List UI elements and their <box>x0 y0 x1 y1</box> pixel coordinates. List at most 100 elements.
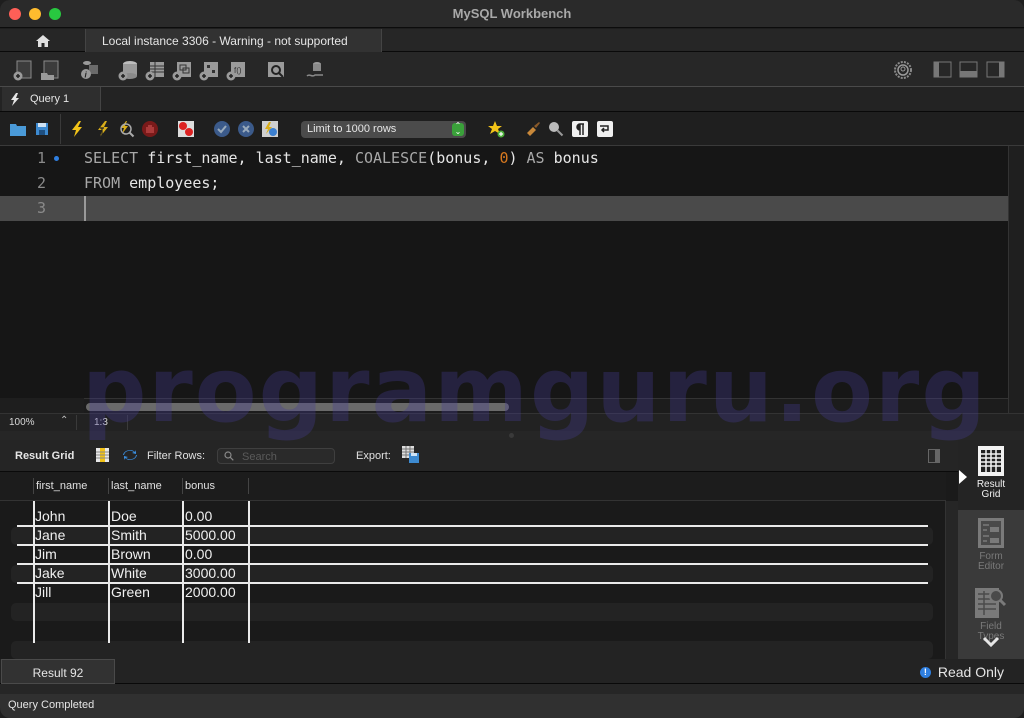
cell-bonus[interactable]: 3000.00 <box>185 565 236 581</box>
query-tab[interactable]: Query 1 <box>2 87 101 111</box>
side-item-form-editor[interactable]: Form Editor <box>958 512 1024 582</box>
open-sql-file-icon[interactable] <box>39 59 61 81</box>
cell-bonus[interactable]: 0.00 <box>185 546 212 562</box>
cell-first-name[interactable]: Jim <box>35 546 57 562</box>
sql-editor[interactable]: 1 SELECT first_name, last_name, COALESCE… <box>0 146 1024 398</box>
cell-first-name[interactable]: Jake <box>35 565 65 581</box>
table-row[interactable]: Jim Brown 0.00 <box>17 544 928 563</box>
splitter-handle-icon[interactable] <box>509 433 514 438</box>
cell-first-name[interactable]: Jane <box>35 527 65 543</box>
sql-keyword: COALESCE <box>354 149 428 167</box>
execute-icon[interactable] <box>68 120 86 138</box>
sql-identifier: first_name, last_name, <box>138 149 355 167</box>
toggle-sidebar-icon[interactable] <box>932 59 954 81</box>
chevron-down-icon[interactable] <box>982 636 1000 648</box>
grid-columns-icon[interactable] <box>96 448 109 462</box>
table-row[interactable]: Jane Smith 5000.00 <box>17 525 928 544</box>
editor-line: 1 SELECT first_name, last_name, COALESCE… <box>0 146 1008 171</box>
home-tab[interactable] <box>0 29 85 52</box>
find-icon[interactable] <box>547 120 565 138</box>
preferences-gear-icon[interactable] <box>892 59 914 81</box>
cell-last-name[interactable]: Smith <box>111 527 147 543</box>
cell-last-name[interactable]: White <box>111 565 147 581</box>
reconnect-icon[interactable] <box>304 59 326 81</box>
add-snippet-icon[interactable] <box>487 120 505 138</box>
new-sql-tab-icon[interactable] <box>12 59 34 81</box>
cell-bonus[interactable]: 0.00 <box>185 508 212 524</box>
rollback-icon[interactable] <box>237 120 255 138</box>
open-file-icon[interactable] <box>9 120 27 138</box>
editor-vertical-scrollbar[interactable] <box>1008 146 1024 413</box>
limit-rows-select[interactable]: Limit to 1000 rows ⌃ ⌄ <box>301 121 466 138</box>
refresh-icon[interactable] <box>122 448 138 462</box>
cell-last-name[interactable]: Brown <box>111 546 151 562</box>
column-separator[interactable] <box>182 478 183 494</box>
cell-first-name[interactable]: John <box>35 508 65 524</box>
status-message: Query Completed <box>8 699 95 711</box>
connection-tab[interactable]: Local instance 3306 - Warning - not supp… <box>85 29 382 52</box>
status-bar: Query Completed <box>0 694 1024 718</box>
execute-current-icon[interactable] <box>94 120 112 138</box>
home-icon <box>35 34 50 47</box>
save-icon[interactable] <box>33 120 51 138</box>
create-schema-icon[interactable] <box>117 59 139 81</box>
column-header-bonus[interactable]: bonus <box>185 480 215 492</box>
create-function-icon[interactable]: f() <box>225 59 247 81</box>
select-arrows-icon: ⌃ ⌄ <box>452 122 464 136</box>
cell-bonus[interactable]: 5000.00 <box>185 527 236 543</box>
text-caret <box>84 196 86 221</box>
filter-rows-input[interactable] <box>242 450 332 463</box>
toggle-side-panel-icon[interactable] <box>928 449 940 463</box>
connection-tab-bar: Local instance 3306 - Warning - not supp… <box>0 29 1024 52</box>
results-output-splitter[interactable] <box>0 684 1024 694</box>
column-separator[interactable] <box>108 478 109 494</box>
zoom-stepper-icon[interactable]: ⌃ <box>60 415 68 426</box>
limit-rows-value: Limit to 1000 rows <box>307 123 397 135</box>
line-number: 2 <box>36 174 46 192</box>
toggle-output-icon[interactable] <box>958 59 980 81</box>
column-header-first-name[interactable]: first_name <box>36 480 87 492</box>
cell-last-name[interactable]: Green <box>111 584 150 600</box>
create-procedure-icon[interactable] <box>198 59 220 81</box>
side-item-label: Editor <box>977 561 1005 572</box>
explain-icon[interactable] <box>117 120 135 138</box>
cell-bonus[interactable]: 2000.00 <box>185 584 236 600</box>
column-header-last-name[interactable]: last_name <box>111 480 162 492</box>
wrap-lines-icon[interactable] <box>596 120 614 138</box>
invisible-chars-icon[interactable] <box>571 120 589 138</box>
grid-vertical-scrollbar[interactable] <box>946 501 958 659</box>
title-bar: MySQL Workbench <box>0 0 1024 28</box>
result-tab[interactable]: Result 92 <box>1 659 115 684</box>
sql-keyword: SELECT <box>84 149 139 167</box>
search-table-data-icon[interactable] <box>265 59 287 81</box>
create-table-icon[interactable] <box>144 59 166 81</box>
filter-rows-search[interactable] <box>217 448 335 464</box>
toggle-error-icon[interactable] <box>177 120 195 138</box>
main-toolbar: i f() <box>0 52 1024 87</box>
filter-rows-label: Filter Rows: <box>147 450 206 462</box>
scrollbar-thumb[interactable] <box>86 403 509 411</box>
cell-last-name[interactable]: Doe <box>111 508 137 524</box>
commit-icon[interactable] <box>213 120 231 138</box>
side-item-result-grid[interactable]: Result Grid <box>958 440 1024 510</box>
editor-results-splitter[interactable] <box>0 431 1024 440</box>
server-info-icon[interactable]: i <box>78 59 100 81</box>
column-divider <box>33 501 35 643</box>
column-divider <box>108 501 110 643</box>
search-icon <box>224 451 234 461</box>
editor-horizontal-scrollbar[interactable] <box>84 398 1008 413</box>
table-row[interactable]: Jill Green 2000.00 <box>17 582 928 601</box>
table-row[interactable]: John Doe 0.00 <box>17 506 928 525</box>
beautify-icon[interactable] <box>524 120 542 138</box>
autocommit-icon[interactable] <box>261 120 279 138</box>
cell-first-name[interactable]: Jill <box>35 584 51 600</box>
row-stripe <box>11 603 933 621</box>
result-side-panel: Result Grid Form Editor Field Types <box>958 440 1024 659</box>
stop-icon[interactable] <box>141 120 159 138</box>
zoom-level[interactable]: 100% <box>9 417 35 428</box>
create-view-icon[interactable] <box>171 59 193 81</box>
column-separator[interactable] <box>248 478 249 494</box>
export-icon[interactable] <box>402 446 420 463</box>
toggle-secondary-sidebar-icon[interactable] <box>985 59 1007 81</box>
table-row[interactable]: Jake White 3000.00 <box>17 563 928 582</box>
